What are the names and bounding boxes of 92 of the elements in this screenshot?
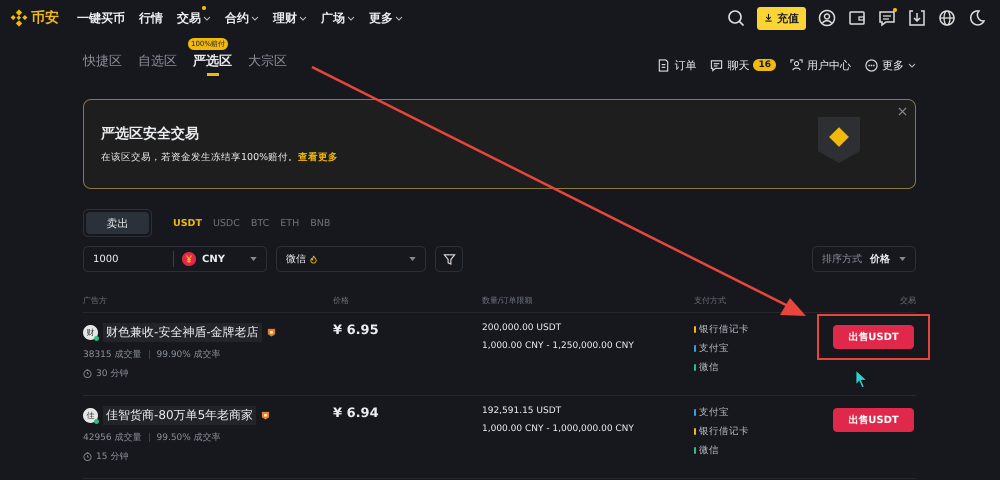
- download-icon: [764, 12, 773, 22]
- deposit-button[interactable]: 充值: [757, 6, 806, 30]
- payment-method: 微信: [699, 444, 719, 457]
- zone-tab[interactable]: 大宗区: [248, 52, 287, 78]
- nav-item[interactable]: 更多: [369, 10, 403, 26]
- advertiser-name[interactable]: 佳智货商-80万单5年老商家: [103, 406, 256, 425]
- chevron-icon: [395, 16, 403, 20]
- close-icon[interactable]: [898, 107, 907, 116]
- clock-icon: [83, 369, 92, 378]
- column-header: 交易: [899, 294, 916, 306]
- price: ¥ 6.95: [333, 323, 379, 338]
- sell-button[interactable]: 出售USDT: [833, 325, 914, 349]
- completion-rate: 99.90% 成交率: [156, 348, 221, 361]
- nav-item[interactable]: 合约: [225, 10, 259, 26]
- more-icon: [865, 58, 878, 72]
- document-icon: [657, 58, 670, 72]
- sort-select[interactable]: 排序方式 价格: [812, 246, 916, 272]
- column-header: 数量/订单限额: [482, 294, 534, 306]
- clock-icon: [83, 452, 92, 461]
- header-link[interactable]: 更多: [865, 58, 916, 72]
- brand-name[interactable]: 币安: [31, 9, 59, 27]
- banner-title: 严选区安全交易: [101, 124, 200, 142]
- user-icon[interactable]: [818, 9, 836, 27]
- completion-rate: 99.50% 成交率: [156, 432, 221, 444]
- header-link[interactable]: 用户中心: [790, 58, 851, 72]
- header-link[interactable]: 聊天 16: [710, 58, 776, 72]
- caret-icon: [250, 257, 257, 261]
- avatar: 佳: [83, 408, 98, 423]
- filter-button[interactable]: [435, 246, 463, 272]
- column-header: 价格: [333, 294, 350, 306]
- zone-tab[interactable]: 严选区: [193, 52, 232, 78]
- trade-count: 38315 成交量: [83, 348, 142, 361]
- message-icon[interactable]: [878, 9, 896, 27]
- payment-method: 银行借记卡: [699, 425, 749, 438]
- coin-tab[interactable]: BNB: [310, 218, 330, 228]
- chevron-icon: [251, 16, 259, 20]
- user-scan-icon: [790, 58, 803, 72]
- chevron-icon: [908, 62, 916, 68]
- cursor-icon: [855, 369, 868, 388]
- currency-icon: [182, 252, 196, 266]
- payment-method: 银行借记卡: [699, 323, 749, 336]
- count-badge: 16: [753, 59, 776, 71]
- advertiser-name[interactable]: 财色兼收-安全神盾-金牌老店: [103, 323, 262, 342]
- download-icon[interactable]: [908, 9, 926, 27]
- chevron-icon: [299, 16, 307, 20]
- sell-tab[interactable]: 卖出: [86, 212, 149, 234]
- coin-tab[interactable]: USDT: [173, 218, 202, 228]
- caret-icon: [899, 257, 906, 261]
- pay-time: 30 分钟: [96, 368, 128, 380]
- zone-tab[interactable]: 快捷区: [83, 52, 122, 78]
- column-header: 支付方式: [694, 294, 727, 306]
- nav-item[interactable]: 一键买币: [77, 10, 125, 26]
- view-more-link[interactable]: 查看更多: [298, 152, 338, 162]
- zone-tab[interactable]: 自选区: [138, 52, 177, 78]
- payment-select[interactable]: 微信: [276, 246, 426, 272]
- nav-item[interactable]: 理财: [273, 10, 307, 26]
- coin-tab[interactable]: ETH: [280, 218, 300, 228]
- column-header: 广告方: [83, 294, 108, 306]
- payment-method: 支付宝: [699, 406, 729, 419]
- order-limit: 1,000.00 CNY - 1,250,000.00 CNY: [482, 341, 635, 351]
- filter-icon: [442, 252, 456, 266]
- caret-icon: [409, 257, 416, 261]
- globe-icon[interactable]: [938, 9, 956, 27]
- wallet-icon[interactable]: [848, 9, 866, 27]
- payment-method: 支付宝: [699, 342, 729, 355]
- nav-item[interactable]: 交易: [177, 10, 211, 26]
- pay-time: 15 分钟: [96, 450, 128, 463]
- sell-button[interactable]: 出售USDT: [833, 408, 914, 432]
- trade-count: 42956 成交量: [83, 432, 142, 444]
- coin-tab[interactable]: USDC: [212, 218, 240, 228]
- logo-icon: [10, 9, 28, 27]
- moon-icon[interactable]: [968, 9, 986, 27]
- verified-badge-icon: [261, 411, 270, 420]
- verified-badge-icon: [266, 328, 276, 337]
- coin-tab[interactable]: BTC: [250, 218, 270, 228]
- header-link[interactable]: 订单: [657, 58, 696, 72]
- fire-icon: [309, 254, 318, 264]
- price: ¥ 6.94: [333, 406, 379, 421]
- nav-item[interactable]: 广场: [321, 10, 355, 26]
- search-icon[interactable]: [727, 9, 745, 27]
- chat-icon: [710, 58, 724, 72]
- available-amount: 192,591.15 USDT: [482, 406, 562, 416]
- banner-text: 在该区交易，若资金发生冻结享100%赔付。查看更多: [101, 150, 340, 164]
- available-amount: 200,000.00 USDT: [482, 323, 562, 333]
- order-limit: 1,000.00 CNY - 1,000,000.00 CNY: [482, 424, 635, 434]
- chevron-icon: [203, 16, 211, 20]
- payment-method: 微信: [699, 361, 719, 374]
- avatar: 财: [83, 325, 98, 340]
- shield-icon: [818, 117, 860, 163]
- nav-item[interactable]: 行情: [139, 10, 163, 26]
- amount-field[interactable]: 1000 CNY: [83, 246, 267, 272]
- chevron-icon: [347, 16, 355, 20]
